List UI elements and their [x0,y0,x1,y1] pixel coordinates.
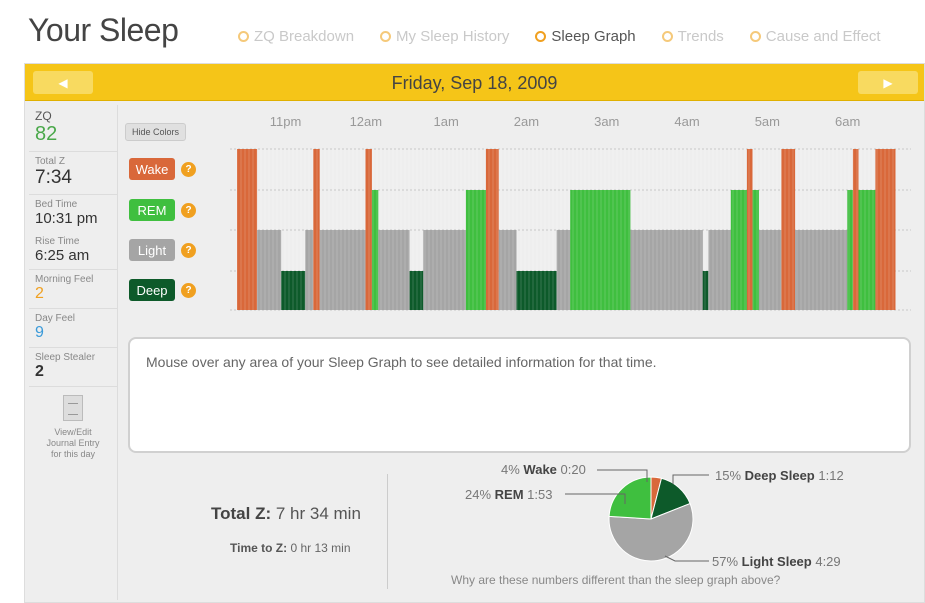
total-z-summary-value: 7 hr 34 min [275,504,361,523]
sleep-segment-wake[interactable] [852,149,859,310]
pie-slice-wake [650,476,663,520]
sleep-segment-wake[interactable] [237,149,258,310]
pie-name: Light Sleep [741,554,812,569]
pie-duration: 0:20 [560,462,586,477]
sleep-stealer-value: 2 [35,363,44,380]
pie-slice-light-sleep [608,502,694,562]
time-tick-label: 12am [350,114,383,129]
journal-entry-link[interactable]: View/Edit Journal Entry for this day [29,387,117,460]
pie-duration: 1:12 [818,468,844,483]
graph-info-box: Mouse over any area of your Sleep Graph … [128,337,911,453]
why-numbers-different-link[interactable]: Why are these numbers different than the… [451,573,780,587]
time-tick-label: 5am [755,114,780,129]
time-tick-label: 11pm [270,114,302,129]
journal-line: Journal Entry [46,438,100,448]
journal-line: View/Edit [54,427,92,437]
pie-leader-line [565,493,626,504]
time-to-z-summary: Time to Z: 0 hr 13 min [230,541,351,555]
nav-label: Sleep Graph [551,28,636,45]
pie-pct: 4% [501,462,520,477]
help-icon[interactable]: ? [181,243,196,258]
radio-dot-icon [749,31,761,42]
pie-leader-line [672,474,709,484]
help-icon[interactable]: ? [181,203,196,218]
time-tick-label: 2am [514,114,539,129]
nav-trends[interactable]: Trends [661,28,724,45]
summary-divider [387,474,388,589]
radio-dot-icon [661,31,673,42]
stage-label-deep: Deep [129,279,175,301]
help-icon[interactable]: ? [181,283,196,298]
pie-name: REM [494,487,524,502]
time-tick-label: 6am [835,114,860,129]
pie-slice-rem [608,476,652,520]
time-tick-label: 1am [433,114,458,129]
radio-dot-icon [238,31,249,42]
nav-zq-breakdown[interactable]: ZQ Breakdown [238,28,354,45]
pie-duration: 1:53 [527,487,553,502]
stage-label-wake: Wake [129,158,175,180]
pie-leader-line [597,469,648,482]
pie-label-wake: 4% Wake 0:20 [501,462,586,477]
help-icon[interactable]: ? [181,162,196,177]
radio-dot-icon [535,31,547,42]
pie-name: Deep Sleep [744,468,815,483]
day-feel-value: 9 [35,324,44,341]
time-tick-label: 3am [594,114,619,129]
pie-pct: 24% [465,487,492,502]
pie-duration: 4:29 [815,554,841,569]
pie-leader-line [664,555,709,562]
top-nav: ZQ Breakdown My Sleep History Sleep Grap… [238,28,881,45]
time-to-z-value: 0 hr 13 min [290,541,351,555]
pie-label-rem: 24% REM 1:53 [465,487,552,502]
pie-pct: 57% [712,554,739,569]
total-z-label: Total Z: [211,504,272,523]
pie-pct: 15% [715,468,742,483]
sleep-segment-light[interactable] [319,230,366,310]
nav-label: ZQ Breakdown [254,28,355,45]
nav-sleep-graph[interactable]: Sleep Graph [535,28,636,45]
sleep-graph-panel: ◀ Friday, Sep 18, 2009 ▶ ZQ 82 Total Z 7… [24,63,925,603]
pie-label-light: 57% Light Sleep 4:29 [712,554,841,569]
radio-dot-icon [380,31,392,42]
page-title: Your Sleep [28,12,179,48]
nav-cause-and-effect[interactable]: Cause and Effect [749,28,881,45]
nav-label: Cause and Effect [765,28,881,45]
sleep-segment-rem[interactable] [847,190,853,310]
total-z-summary: Total Z: 7 hr 34 min [211,504,361,524]
nav-label: My Sleep History [396,28,510,45]
journal-line: for this day [50,449,96,459]
nav-my-sleep-history[interactable]: My Sleep History [380,28,509,45]
pie-label-deep: 15% Deep Sleep 1:12 [715,468,844,483]
document-icon [63,395,83,421]
stat-sleep-stealer: Sleep Stealer 2 [29,348,117,387]
sleep-segment-light[interactable] [708,230,731,310]
sleep-segment-light[interactable] [758,230,782,310]
stage-label-light: Light [129,239,175,261]
sleep-segment-wake[interactable] [746,149,753,310]
time-to-z-label: Time to Z: [230,541,288,555]
nav-label: Trends [677,28,724,45]
pie-slice-deep-sleep [650,477,691,520]
stat-label: Sleep Stealer [35,352,96,363]
sleep-segment-light[interactable] [556,230,571,310]
stage-label-rem: REM [129,199,175,221]
pie-name: Wake [523,462,557,477]
time-tick-label: 4am [674,114,699,129]
